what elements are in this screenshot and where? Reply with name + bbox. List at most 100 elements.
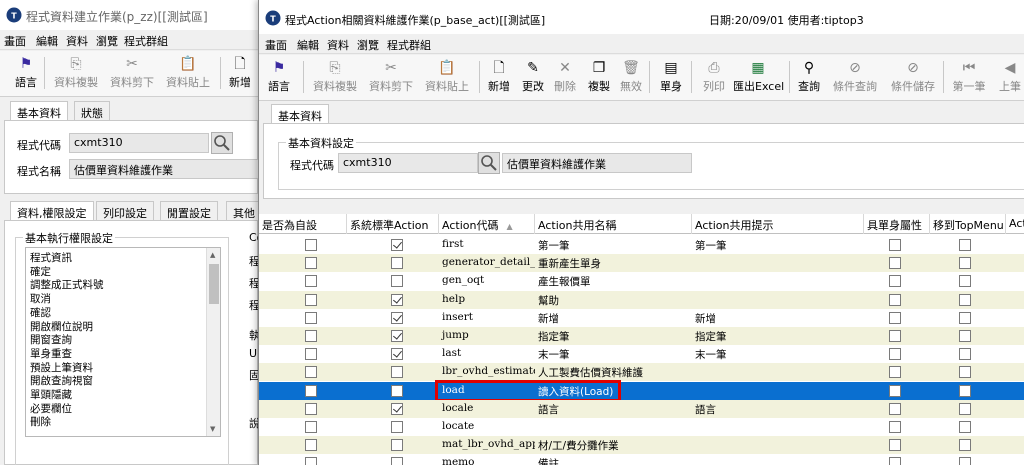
toolbar-flag-button[interactable]: ⚑ 語言 xyxy=(265,58,293,98)
toolbar-filter-button[interactable]: ⊘ 條件查詢 xyxy=(829,58,881,98)
menu-browse[interactable]: 瀏覽 xyxy=(357,37,379,53)
action-hint-cell[interactable] xyxy=(692,382,864,400)
action-hint-cell[interactable]: 末一筆 xyxy=(692,345,864,363)
toolbar-filter-save-button[interactable]: ⊘ 條件儲存 xyxy=(887,58,939,98)
toolbar-printer-button[interactable]: ⎙ 列印 xyxy=(699,58,729,98)
system-standard-checkbox[interactable] xyxy=(391,311,403,324)
action-code-cell[interactable]: insert xyxy=(439,309,535,327)
action-name-cell[interactable]: 幫助 xyxy=(535,291,692,309)
col-custom[interactable]: 是否為自設 xyxy=(259,214,347,234)
toolbar-prev-button[interactable]: ◀ 上筆 xyxy=(993,58,1024,98)
detail-attribute-checkbox[interactable] xyxy=(889,402,901,415)
move-to-topmenu-checkbox[interactable] xyxy=(959,293,971,306)
move-to-topmenu-checkbox[interactable] xyxy=(959,439,971,452)
action-name-cell[interactable]: 產生報價單 xyxy=(535,272,692,290)
system-standard-checkbox[interactable] xyxy=(391,330,403,342)
menu-program-group[interactable]: 程式群組 xyxy=(387,37,431,53)
move-to-topmenu-checkbox[interactable] xyxy=(959,239,971,251)
custom-checkbox[interactable] xyxy=(305,239,317,251)
system-standard-checkbox[interactable] xyxy=(391,293,403,306)
table-row[interactable]: first 第一筆 第一筆 xyxy=(259,236,1024,254)
custom-checkbox[interactable] xyxy=(305,384,317,397)
custom-checkbox[interactable] xyxy=(305,348,317,361)
tab-basic-data[interactable]: 基本資料 xyxy=(271,104,329,124)
custom-checkbox[interactable] xyxy=(305,293,317,306)
system-standard-checkbox[interactable] xyxy=(391,366,403,379)
system-standard-checkbox[interactable] xyxy=(391,384,403,397)
scroll-up-icon[interactable]: ▲ xyxy=(210,251,215,259)
system-standard-checkbox[interactable] xyxy=(391,275,403,288)
table-row[interactable]: help 幫助 xyxy=(259,290,1024,309)
menu-edit[interactable]: 編輯 xyxy=(297,37,319,53)
action-name-cell[interactable]: 第一筆 xyxy=(535,236,692,254)
bg-language-button[interactable]: ⚑ 語言 xyxy=(12,54,40,94)
system-standard-checkbox[interactable] xyxy=(391,421,403,433)
bg-program-code-field[interactable]: cxmt310 xyxy=(69,133,209,153)
permission-list[interactable]: 程式資訊 確定 調整成正式料號 取消 確認 開啟欄位說明 開窗查詢 單身重查 預設上筆資料 開啟查… xyxy=(25,247,221,437)
col-action-hint[interactable]: Action共用提示 xyxy=(692,214,864,234)
action-name-cell[interactable]: 重新產生單身 xyxy=(535,254,692,272)
menu-program-group[interactable]: 程式群組 xyxy=(124,33,168,49)
action-hint-cell[interactable] xyxy=(692,363,864,381)
col-detail-attribute[interactable]: 具單身屬性 xyxy=(864,214,930,234)
bg-new-button[interactable]: 🗋 新增 xyxy=(226,54,254,94)
custom-checkbox[interactable] xyxy=(305,402,317,415)
action-code-cell[interactable]: generator_detail_agai xyxy=(439,254,535,272)
col-move-to-topmenu[interactable]: 移到TopMenu xyxy=(930,214,1006,234)
table-row[interactable]: insert 新增 新增 xyxy=(259,308,1024,327)
bg-tab-other[interactable]: 其他 xyxy=(226,201,262,221)
scrollbar-thumb[interactable] xyxy=(209,264,219,304)
action-hint-cell[interactable] xyxy=(692,436,864,454)
system-standard-checkbox[interactable] xyxy=(391,457,403,465)
menu-edit[interactable]: 編輯 xyxy=(36,33,58,49)
toolbar-pencil-button[interactable]: ✎ 更改 xyxy=(519,58,547,98)
detail-attribute-checkbox[interactable] xyxy=(889,275,901,288)
detail-attribute-checkbox[interactable] xyxy=(889,239,901,251)
move-to-topmenu-checkbox[interactable] xyxy=(959,275,971,288)
detail-attribute-checkbox[interactable] xyxy=(889,311,901,324)
toolbar-detail-button[interactable]: ▤ 單身 xyxy=(657,58,685,98)
system-standard-checkbox[interactable] xyxy=(391,439,403,452)
move-to-topmenu-checkbox[interactable] xyxy=(959,457,971,465)
action-name-cell[interactable]: 新增 xyxy=(535,309,692,327)
action-hint-cell[interactable]: 指定筆 xyxy=(692,327,864,345)
permission-scrollbar[interactable]: ▲ ▼ xyxy=(206,248,220,436)
menu-browse[interactable]: 瀏覽 xyxy=(96,33,118,49)
move-to-topmenu-checkbox[interactable] xyxy=(959,348,971,361)
table-row[interactable]: lbr_ovhd_estimate 人工製費估價資料維護 xyxy=(259,363,1024,382)
bg-search-button[interactable] xyxy=(211,132,233,154)
action-code-cell[interactable]: mat_lbr_ovhd_apport xyxy=(439,436,535,454)
action-hint-cell[interactable] xyxy=(692,454,864,465)
move-to-topmenu-checkbox[interactable] xyxy=(959,366,971,379)
col-action-extra[interactable]: Acti xyxy=(1006,214,1024,234)
action-code-cell[interactable]: help xyxy=(439,291,535,309)
custom-checkbox[interactable] xyxy=(305,330,317,342)
detail-attribute-checkbox[interactable] xyxy=(889,348,901,361)
bg-program-name-field[interactable]: 估價單資料維護作業 xyxy=(69,159,259,179)
bg-cut-data-button[interactable]: ✂ 資料剪下 xyxy=(106,54,158,94)
table-row[interactable]: memo 備註 xyxy=(259,454,1024,465)
action-name-cell[interactable]: 材/工/費分攤作業 xyxy=(535,436,692,454)
menu-data[interactable]: 資料 xyxy=(66,33,88,49)
move-to-topmenu-checkbox[interactable] xyxy=(959,257,971,270)
action-hint-cell[interactable] xyxy=(692,254,864,272)
action-code-cell[interactable]: gen_oqt xyxy=(439,272,535,290)
detail-attribute-checkbox[interactable] xyxy=(889,330,901,342)
move-to-topmenu-checkbox[interactable] xyxy=(959,402,971,415)
action-code-cell[interactable]: last xyxy=(439,345,535,363)
system-standard-checkbox[interactable] xyxy=(391,257,403,270)
table-row[interactable]: locate xyxy=(259,418,1024,436)
system-standard-checkbox[interactable] xyxy=(391,348,403,361)
program-code-field[interactable]: cxmt310 xyxy=(338,153,478,173)
action-name-cell[interactable]: 末一筆 xyxy=(535,345,692,363)
toolbar-cut-button[interactable]: ✂ 資料剪下 xyxy=(365,58,417,98)
action-hint-cell[interactable]: 新增 xyxy=(692,309,864,327)
detail-attribute-checkbox[interactable] xyxy=(889,421,901,433)
action-name-cell[interactable]: 指定筆 xyxy=(535,327,692,345)
detail-attribute-checkbox[interactable] xyxy=(889,366,901,379)
action-code-cell[interactable]: memo xyxy=(439,454,535,465)
col-action-code[interactable]: Action代碼 ▲ xyxy=(439,214,535,234)
toolbar-duplicate-button[interactable]: ❐ 複製 xyxy=(585,58,613,98)
toolbar-binoculars-button[interactable]: ⚲ 查詢 xyxy=(795,58,823,98)
action-hint-cell[interactable]: 語言 xyxy=(692,400,864,418)
